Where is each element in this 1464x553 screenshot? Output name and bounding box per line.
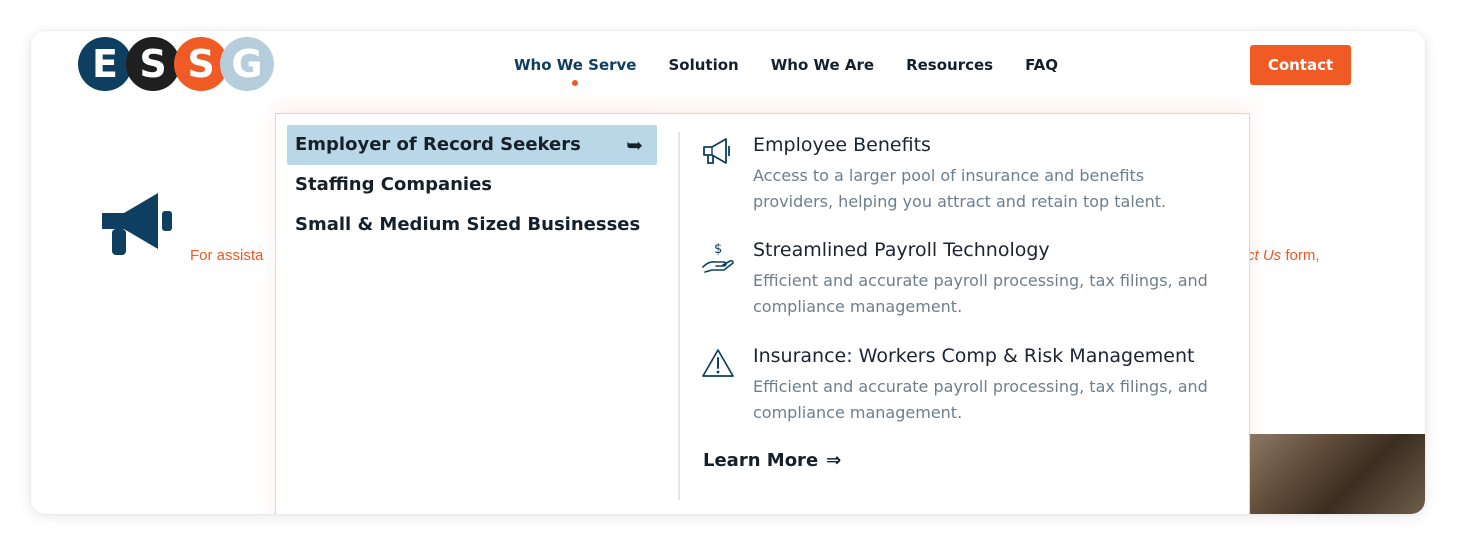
assistance-text-right-rest: form, <box>1281 247 1320 264</box>
arrow-right-icon: ➥ <box>626 133 643 157</box>
essg-logo[interactable]: E S S G <box>78 37 274 91</box>
contact-us-link-text[interactable]: ct Us <box>1247 247 1281 264</box>
category-small-medium-businesses[interactable]: Small & Medium Sized Businesses <box>287 205 657 245</box>
background-photo <box>1249 434 1425 514</box>
logo-letter-g: G <box>220 37 274 91</box>
feature-title: Insurance: Workers Comp & Risk Managemen… <box>753 345 1195 367</box>
nav-who-we-are[interactable]: Who We Are <box>771 56 874 80</box>
main-nav: Who We Serve Solution Who We Are Resourc… <box>514 56 1058 86</box>
nav-solution[interactable]: Solution <box>668 56 738 80</box>
nav-who-we-are-label: Who We Are <box>770 56 875 74</box>
megaphone-icon <box>102 193 172 255</box>
category-employer-of-record[interactable]: Employer of Record Seekers ➥ <box>287 125 657 165</box>
assistance-text-left: For assista <box>190 247 264 264</box>
megaphone-icon <box>703 138 730 164</box>
logo-letter-e: E <box>78 37 132 91</box>
page-card: E S S G Who We Serve Solution Who We Are… <box>31 31 1425 514</box>
category-staffing-companies[interactable]: Staffing Companies <box>287 165 657 205</box>
who-we-serve-dropdown: Employer of Record Seekers ➥ Staffing Co… <box>275 113 1250 514</box>
category-label: Small & Medium Sized Businesses <box>295 214 641 235</box>
nav-faq[interactable]: FAQ <box>1025 56 1058 80</box>
active-indicator-dot <box>572 80 579 86</box>
learn-more-label: Learn More <box>703 450 819 471</box>
double-arrow-right-icon: ⇒ <box>826 450 842 471</box>
column-divider <box>678 132 680 500</box>
feature-description: Access to a larger pool of insurance and… <box>753 166 1167 211</box>
warning-icon <box>702 349 734 377</box>
contact-button[interactable]: Contact <box>1250 45 1351 85</box>
nav-resources[interactable]: Resources <box>906 56 993 80</box>
feature-title: Employee Benefits <box>753 134 931 156</box>
nav-solution-label: Solution <box>668 56 739 74</box>
category-label: Staffing Companies <box>295 174 493 195</box>
learn-more-link[interactable]: Learn More ⇒ <box>703 450 841 471</box>
feature-description: Efficient and accurate payroll processin… <box>753 377 1208 422</box>
nav-who-we-serve[interactable]: Who We Serve <box>514 56 637 86</box>
svg-text:$: $ <box>714 242 722 257</box>
nav-who-we-serve-label: Who We Serve <box>514 56 637 74</box>
category-label: Employer of Record Seekers <box>295 134 581 155</box>
nav-faq-label: FAQ <box>1025 56 1058 74</box>
feature-description: Efficient and accurate payroll processin… <box>753 271 1208 316</box>
nav-resources-label: Resources <box>906 56 994 74</box>
logo-letter-s1: S <box>126 37 180 91</box>
category-list: Employer of Record Seekers ➥ Staffing Co… <box>276 114 676 514</box>
feature-title: Streamlined Payroll Technology <box>753 239 1050 261</box>
assistance-text-right: ct Us form, <box>1247 247 1320 264</box>
hand-dollar-icon: $ <box>702 242 734 273</box>
